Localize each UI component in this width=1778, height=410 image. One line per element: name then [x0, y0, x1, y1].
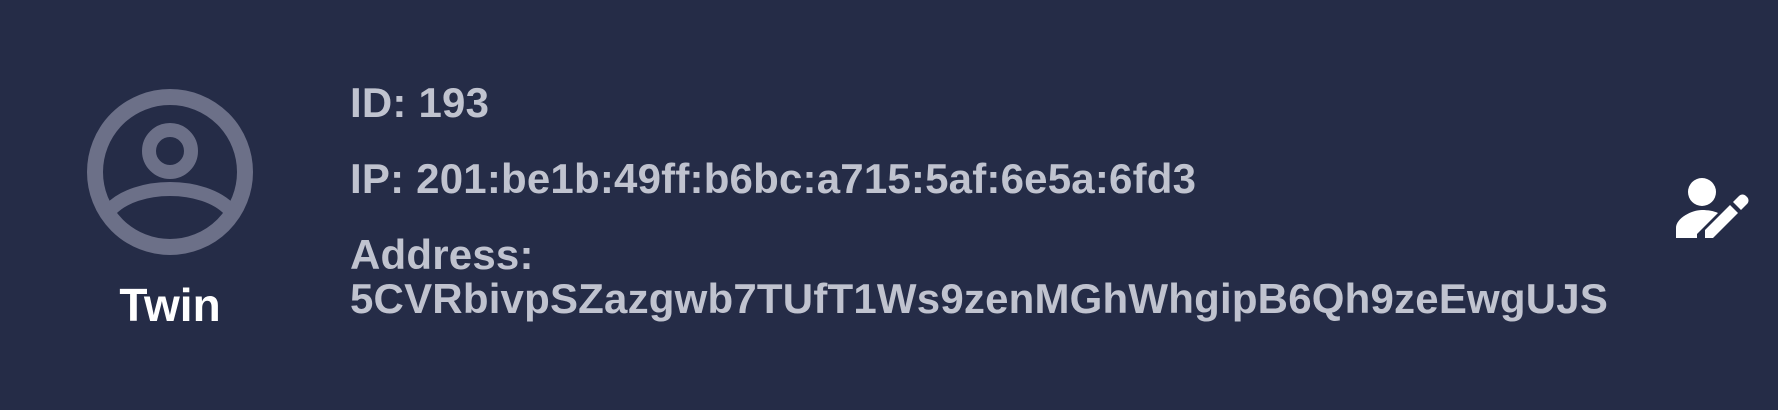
address-label: Address: [350, 231, 534, 278]
profile-id: ID: 193 [350, 79, 490, 126]
profile-ip: IP: 201:be1b:49ff:b6bc:a715:5af:6e5a:6fd… [350, 155, 1197, 202]
profile-name: Twin [119, 279, 221, 331]
address-value: 5CVRbivpSZazgwb7TUfT1Ws9zenMGhWhgipB6Qh9… [350, 275, 1609, 322]
user-edit-icon [1676, 178, 1749, 238]
profile-card: Twin ID: 193 IP: 201:be1b:49ff:b6bc:a715… [0, 0, 1778, 410]
edit-profile-button[interactable] [1672, 170, 1750, 248]
account-circle-icon [86, 88, 254, 256]
